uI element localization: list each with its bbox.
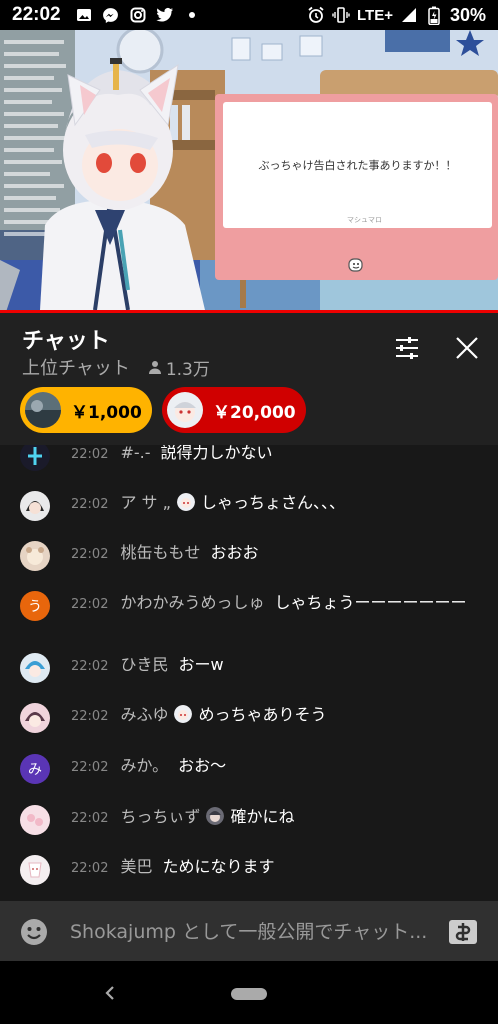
member-emoji-icon: [206, 807, 225, 825]
message-time: 22:02: [71, 659, 109, 674]
chat-message: 22:02 ひき民 おーw: [20, 653, 490, 683]
super-chat-icon: [449, 920, 477, 944]
superchat-avatar: [167, 392, 203, 428]
message-text: めっちゃありそう: [198, 705, 327, 724]
user-avatar: [20, 445, 50, 471]
message-time: 22:02: [71, 861, 109, 876]
chat-mode-label: 上位チャット: [22, 358, 130, 379]
person-icon: [148, 361, 161, 374]
user-avatar: う: [20, 591, 50, 621]
viewer-count: 1.3万: [148, 355, 210, 380]
chat-mode-selector[interactable]: 上位チャット 1.3万: [22, 354, 210, 380]
message-author: 桃缶ももせ: [120, 543, 201, 562]
back-chevron-icon: [105, 986, 114, 1000]
back-button[interactable]: [100, 981, 120, 1005]
question-text: ぶっちゃけ告白された事ありますか！！: [258, 159, 457, 172]
vibrate-icon: [332, 6, 350, 24]
message-author: ア サ „: [120, 493, 171, 512]
chat-header: チャット 上位チャット 1.3万 ￥1,000 ￥20,000: [0, 313, 498, 445]
home-pill-button[interactable]: [231, 988, 267, 1000]
chat-message-list[interactable]: 22:02 #-.- 説得力しかない 22:02 ア サ „ しゃっちょさん、、、 22…: [0, 445, 498, 901]
signal-icon: [400, 6, 418, 24]
close-chat-button[interactable]: [453, 334, 481, 362]
user-avatar: [20, 541, 50, 571]
message-time: 22:02: [71, 760, 109, 775]
superchat-chip-1[interactable]: ￥1,000: [20, 387, 152, 433]
message-text: おお〜: [178, 756, 227, 775]
smiley-icon: [21, 919, 47, 945]
message-author: みか。: [120, 756, 169, 775]
user-avatar: [20, 805, 50, 835]
message-author: #-.-: [120, 445, 151, 462]
superchat-amount: ￥1,000: [71, 402, 142, 423]
network-type: LTE+: [356, 6, 393, 24]
message-author: みふゆ: [120, 705, 169, 724]
message-text: 説得力しかない: [160, 445, 273, 462]
marshmallow-logo-icon: [346, 256, 366, 274]
chat-message: う 22:02 かわかみうめっしゅ しゃちょうーーーーーーー: [20, 591, 490, 621]
message-text: おおお: [210, 543, 259, 562]
marshmallow-question-card: ぶっちゃけ告白された事ありますか！！ マシュマロ: [215, 94, 498, 280]
status-bar: 22:02 LTE+ 30%: [0, 0, 498, 30]
user-avatar: み: [20, 754, 50, 784]
dot-icon: [183, 6, 201, 24]
chat-message: 22:02 桃缶ももせ おおお: [20, 541, 490, 571]
superchat-amount: ￥20,000: [213, 402, 296, 423]
user-avatar: [20, 653, 50, 683]
message-time: 22:02: [71, 497, 109, 512]
chat-message: 22:02 みふゆ めっちゃありそう: [20, 703, 490, 733]
message-time: 22:02: [71, 811, 109, 826]
status-time: 22:02: [12, 4, 61, 25]
message-text: ためになります: [162, 857, 275, 876]
chat-filter-button[interactable]: [393, 334, 421, 362]
superchat-chip-2[interactable]: ￥20,000: [162, 387, 306, 433]
system-nav-bar: [0, 961, 498, 1024]
user-avatar: [20, 491, 50, 521]
viewer-count-value: 1.3万: [165, 359, 210, 380]
chat-message: 22:02 #-.- 説得力しかない: [20, 445, 490, 471]
question-brand: マシュマロ: [347, 216, 382, 224]
message-time: 22:02: [71, 447, 109, 462]
message-time: 22:02: [71, 547, 109, 562]
user-avatar: [20, 855, 50, 885]
battery-icon: [425, 6, 443, 25]
chat-title: チャット: [22, 329, 110, 354]
superchat-avatar: [25, 392, 61, 428]
alarm-icon: [307, 6, 325, 24]
super-chat-button[interactable]: [448, 918, 478, 946]
close-icon: [456, 337, 478, 359]
question-card-body: ぶっちゃけ告白された事ありますか！！ マシュマロ: [223, 102, 492, 228]
message-text: しゃっちょさん、、、: [200, 493, 345, 512]
member-emoji-icon: [174, 705, 193, 723]
image-notification-icon: [75, 6, 93, 24]
message-author: ひき民: [120, 655, 169, 674]
message-time: 22:02: [71, 709, 109, 724]
message-time: 22:02: [71, 597, 109, 612]
member-emoji-icon: [176, 493, 195, 511]
twitter-icon: [156, 6, 174, 24]
message-author: ちっちぃず: [120, 807, 201, 826]
chat-message: 22:02 美巴 ためになります: [20, 855, 490, 885]
battery-percent: 30%: [449, 4, 486, 25]
instagram-icon: [129, 6, 147, 24]
message-author: 美巴: [120, 857, 153, 876]
user-avatar: [20, 703, 50, 733]
messenger-icon: [102, 6, 120, 24]
chat-message-input[interactable]: [70, 915, 440, 949]
chat-message: 22:02 ちっちぃず 確かにね: [20, 805, 490, 835]
chat-message: 22:02 ア サ „ しゃっちょさん、、、: [20, 491, 490, 521]
message-text: しゃちょうーーーーーーー: [274, 593, 467, 612]
message-text: おーw: [178, 655, 224, 674]
chat-message: み 22:02 みか。 おお〜: [20, 754, 490, 784]
emoji-button[interactable]: [20, 918, 48, 946]
video-player[interactable]: ぶっちゃけ告白された事ありますか！！ マシュマロ: [0, 30, 498, 310]
tune-icon: [396, 337, 418, 359]
message-text: 確かにね: [230, 807, 295, 826]
chat-input-bar: [0, 901, 498, 961]
message-author: かわかみうめっしゅ: [120, 593, 265, 612]
